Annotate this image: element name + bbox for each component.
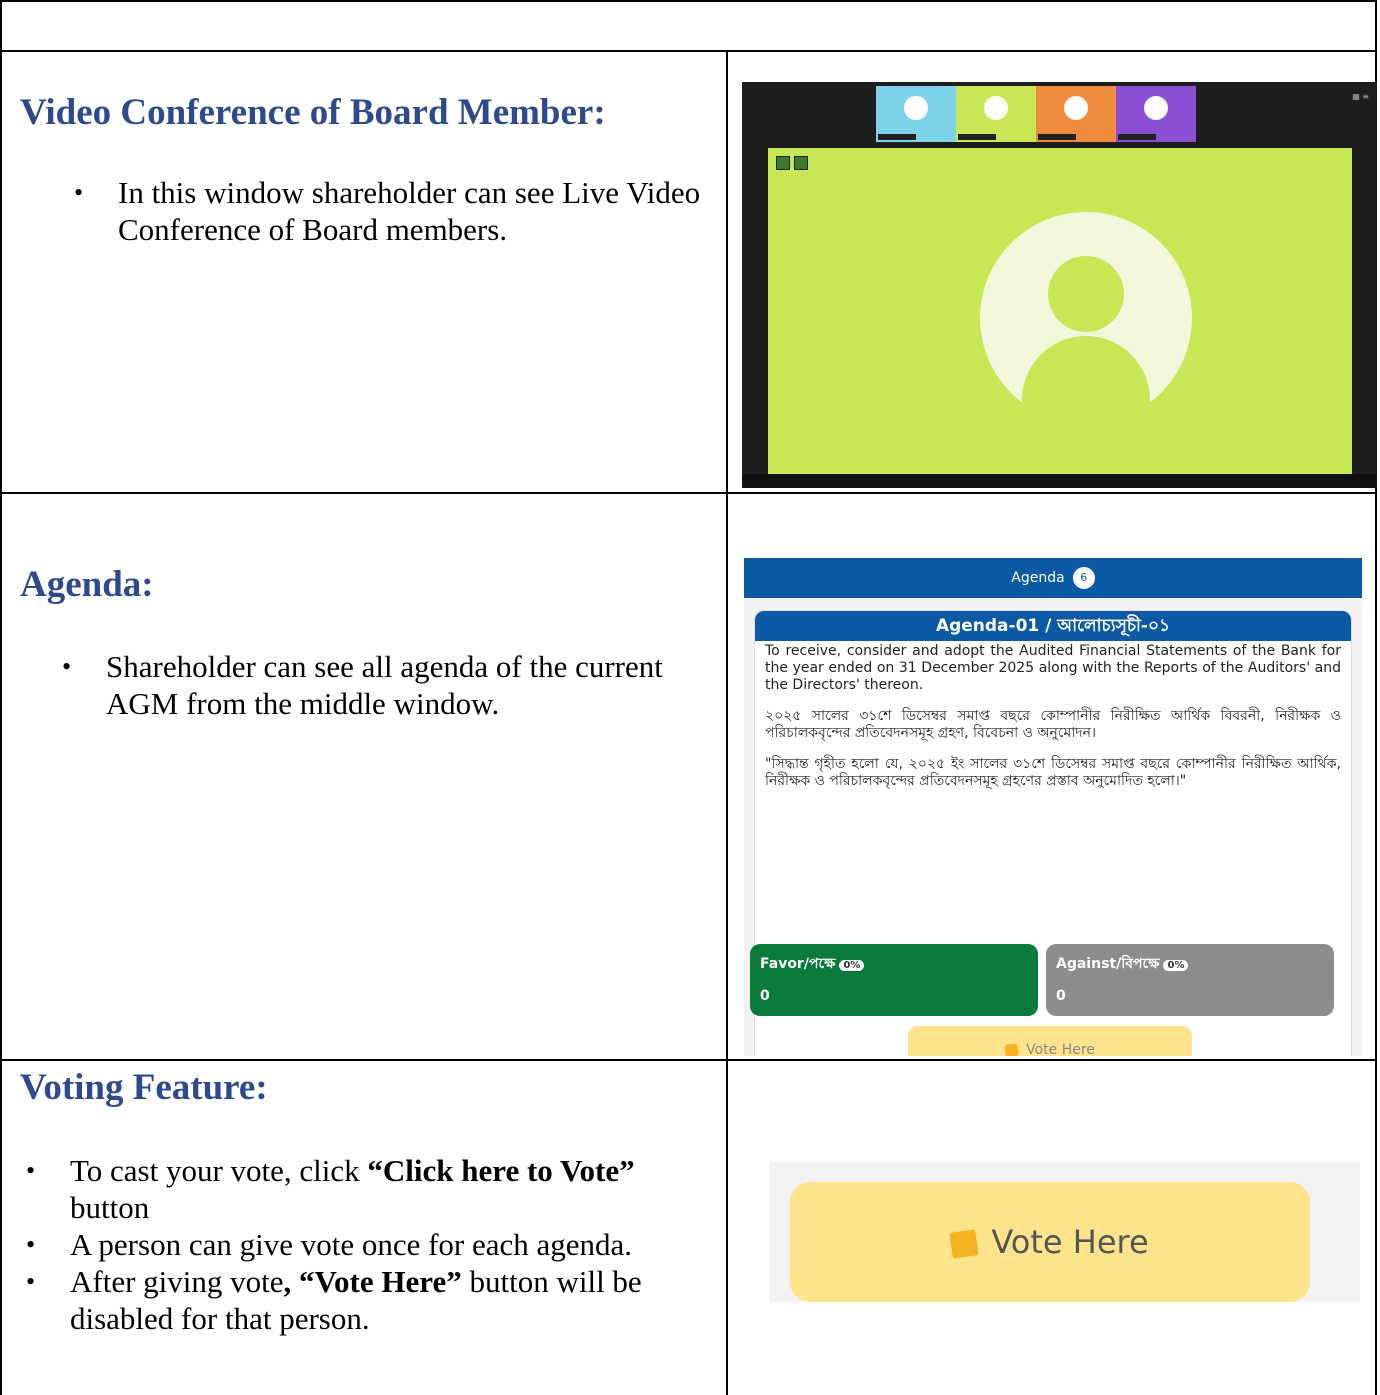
- participant-tile: [1036, 86, 1116, 142]
- table-border-top: [0, 0, 1377, 2]
- against-box: Against/বিপক্ষে 0% 0: [1046, 944, 1334, 1016]
- bullet-text: After giving vote: [70, 1264, 284, 1299]
- agenda-header-label: Agenda: [1011, 570, 1065, 586]
- agenda-card-title: Agenda-01 / আলোচ্যসূচী-০১: [755, 611, 1351, 641]
- table-border-row1: [0, 50, 1377, 52]
- bullet-item: After giving vote, “Vote Here” button wi…: [22, 1263, 712, 1337]
- bullet-item: To cast your vote, click “Click here to …: [22, 1152, 712, 1226]
- favor-count: 0: [760, 988, 770, 1004]
- video-conference-screenshot: ▦ ≡: [742, 82, 1377, 488]
- gallery-view-icon: ▦ ≡: [1352, 92, 1369, 101]
- table-border-row2: [0, 492, 1377, 494]
- against-label: Against/বিপক্ষে: [1056, 956, 1160, 972]
- meeting-toolbar: [742, 474, 1377, 488]
- agenda-bullets: Shareholder can see all agenda of the cu…: [58, 648, 718, 722]
- agenda-panel-screenshot: Agenda 6 Agenda-01 / আলোচ্যসূচী-০১ To rec…: [744, 558, 1362, 1056]
- favor-percent: 0%: [839, 960, 865, 971]
- section-title-voting: Voting Feature:: [20, 1067, 268, 1108]
- table-border-row3: [0, 1059, 1377, 1061]
- agenda-text-bn: ২০২৫ সালের ৩১শে ডিসেম্বর সমাপ্ত বছরে কোম…: [765, 708, 1341, 741]
- vote-icon: [1004, 1042, 1019, 1056]
- vote-here-button-small[interactable]: Vote Here: [908, 1026, 1192, 1056]
- against-percent: 0%: [1163, 960, 1189, 971]
- bullet-item: In this window shareholder can see Live …: [70, 174, 710, 248]
- table-column-divider: [726, 50, 728, 1395]
- bullet-item: A person can give vote once for each age…: [22, 1226, 712, 1263]
- section-title-video: Video Conference of Board Member:: [20, 92, 606, 133]
- participant-tile: [1116, 86, 1196, 142]
- bullet-item: Shareholder can see all agenda of the cu…: [58, 648, 718, 722]
- agenda-resolution-bn: "সিদ্ধান্ত গৃহীত হলো যে, ২০২৫ ইং সালের ৩…: [765, 756, 1341, 789]
- bullet-bold-text: , “Vote Here”: [283, 1264, 462, 1299]
- vote-button-label: Vote Here: [1026, 1042, 1095, 1056]
- voting-bullets: To cast your vote, click “Click here to …: [22, 1152, 712, 1337]
- vote-here-button[interactable]: Vote Here: [790, 1182, 1310, 1302]
- agenda-text-en: To receive, consider and adopt the Audit…: [765, 643, 1341, 693]
- vote-icon: [949, 1229, 980, 1259]
- stage-status-icons: [776, 156, 812, 175]
- vote-button-label: Vote Here: [991, 1223, 1149, 1261]
- active-speaker-stage: [768, 148, 1352, 474]
- against-count: 0: [1056, 988, 1066, 1004]
- vote-button-screenshot: Vote Here: [770, 1162, 1360, 1302]
- favor-label: Favor/পক্ষে: [760, 956, 836, 972]
- participant-tile: [876, 86, 956, 142]
- avatar-placeholder-icon: [980, 212, 1192, 424]
- agenda-count-badge: 6: [1072, 567, 1095, 589]
- bullet-text: To cast your vote, click: [70, 1153, 368, 1188]
- bullet-bold-text: “Click here to Vote”: [367, 1153, 635, 1188]
- favor-box: Favor/পক্ষে 0% 0: [750, 944, 1038, 1016]
- bullet-text: button: [70, 1190, 150, 1225]
- video-bullets: In this window shareholder can see Live …: [70, 174, 710, 248]
- section-title-agenda: Agenda:: [20, 564, 154, 605]
- agenda-header: Agenda 6: [744, 558, 1362, 598]
- participant-tile: [956, 86, 1036, 142]
